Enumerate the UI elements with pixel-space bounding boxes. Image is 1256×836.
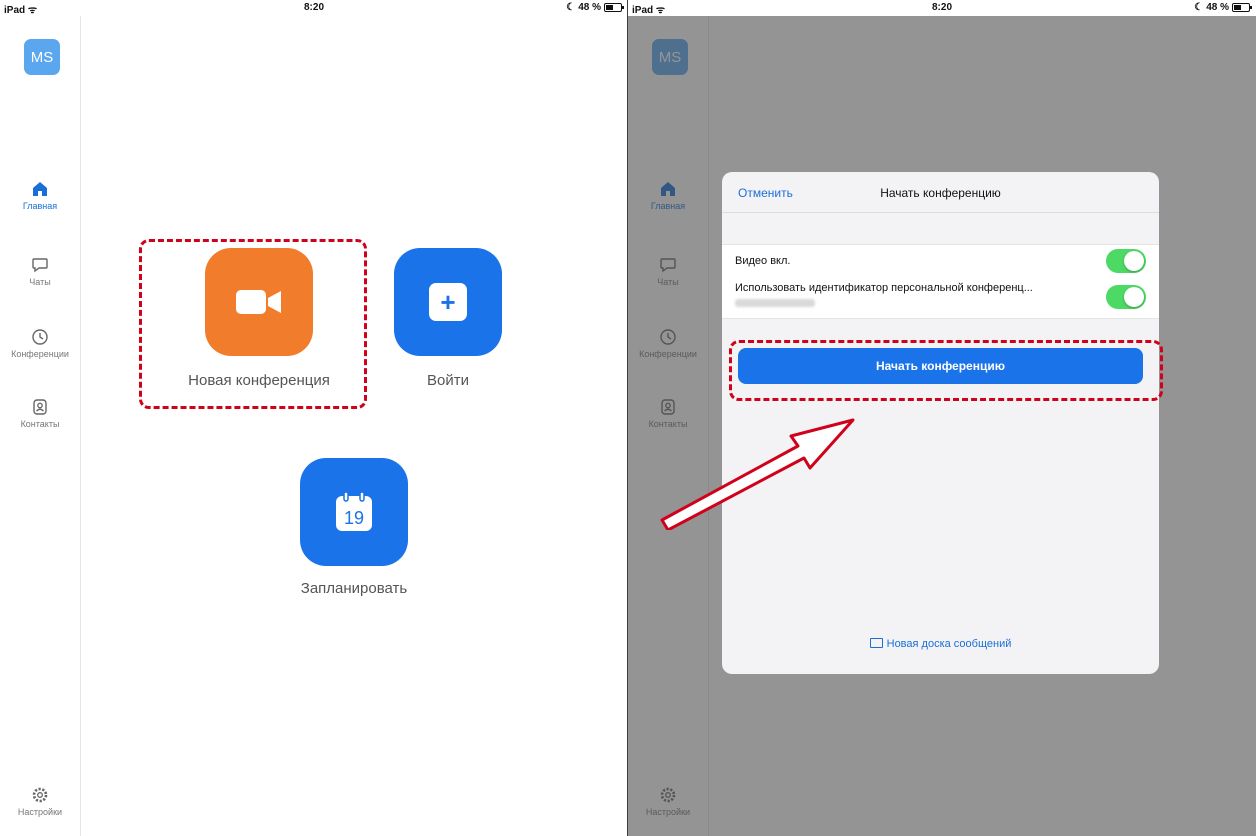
video-on-row[interactable]: Видео вкл. [722, 244, 1159, 278]
battery-indicator: ☾ 48 % [1194, 2, 1252, 13]
join-label: Войти [427, 372, 469, 389]
schedule-button[interactable]: 19 [300, 458, 408, 566]
pmi-toggle[interactable] [1106, 285, 1146, 309]
schedule-label: Запланировать [300, 580, 408, 597]
sidebar-item-home[interactable]: Главная [0, 180, 80, 211]
sidebar-item-meetings[interactable]: Конференции [0, 328, 80, 359]
battery-icon [604, 3, 624, 12]
home-icon [33, 182, 47, 196]
chat-icon [32, 258, 48, 273]
join-button[interactable]: + [394, 248, 502, 356]
status-time: 8:20 [931, 2, 952, 13]
new-whiteboard-link[interactable]: Новая доска сообщений [722, 638, 1159, 650]
battery-icon [1232, 3, 1252, 12]
sidebar-item-contacts[interactable]: Контакты [0, 398, 80, 429]
status-bar: iPad ᯤ 8:20 ☾ 48 % [0, 0, 628, 16]
video-on-toggle[interactable] [1106, 249, 1146, 273]
dialog-header: Отменить Начать конференцию [722, 172, 1159, 213]
battery-indicator: ☾ 48 % [566, 2, 624, 13]
contact-icon [33, 399, 47, 415]
highlight-box [729, 340, 1163, 401]
red-arrow-annotation [660, 418, 855, 530]
gear-icon [32, 787, 48, 803]
whiteboard-icon [869, 638, 883, 648]
left-screenshot: iPad ᯤ 8:20 ☾ 48 % MS Главная Чаты Конфе… [0, 0, 628, 836]
calendar-icon: 19 [336, 491, 372, 531]
new-meeting-label: Новая конференция [188, 372, 330, 389]
video-on-label: Видео вкл. [735, 255, 791, 267]
status-time: 8:20 [303, 2, 324, 13]
sidebar: MS Главная Чаты Конференции Контакты Нас… [0, 16, 81, 836]
pmi-number-blurred [735, 299, 815, 307]
new-meeting-button[interactable] [205, 248, 313, 356]
sidebar-item-settings[interactable]: Настройки [0, 786, 80, 817]
avatar[interactable]: MS [24, 39, 60, 75]
dialog-title: Начать конференцию [880, 186, 1001, 200]
status-bar: iPad ᯤ 8:20 ☾ 48 % [628, 0, 1256, 16]
pmi-label: Использовать идентификатор персональной … [735, 282, 1033, 294]
calendar-day: 19 [344, 508, 364, 528]
pmi-row[interactable]: Использовать идентификатор персональной … [722, 276, 1159, 319]
clock-icon [32, 329, 48, 345]
plus-icon: + [429, 283, 467, 321]
video-camera-icon [236, 290, 281, 314]
right-screenshot: iPad ᯤ 8:20 ☾ 48 % MS Главная Чаты Конфе… [628, 0, 1256, 836]
sidebar-item-chats[interactable]: Чаты [0, 256, 80, 287]
